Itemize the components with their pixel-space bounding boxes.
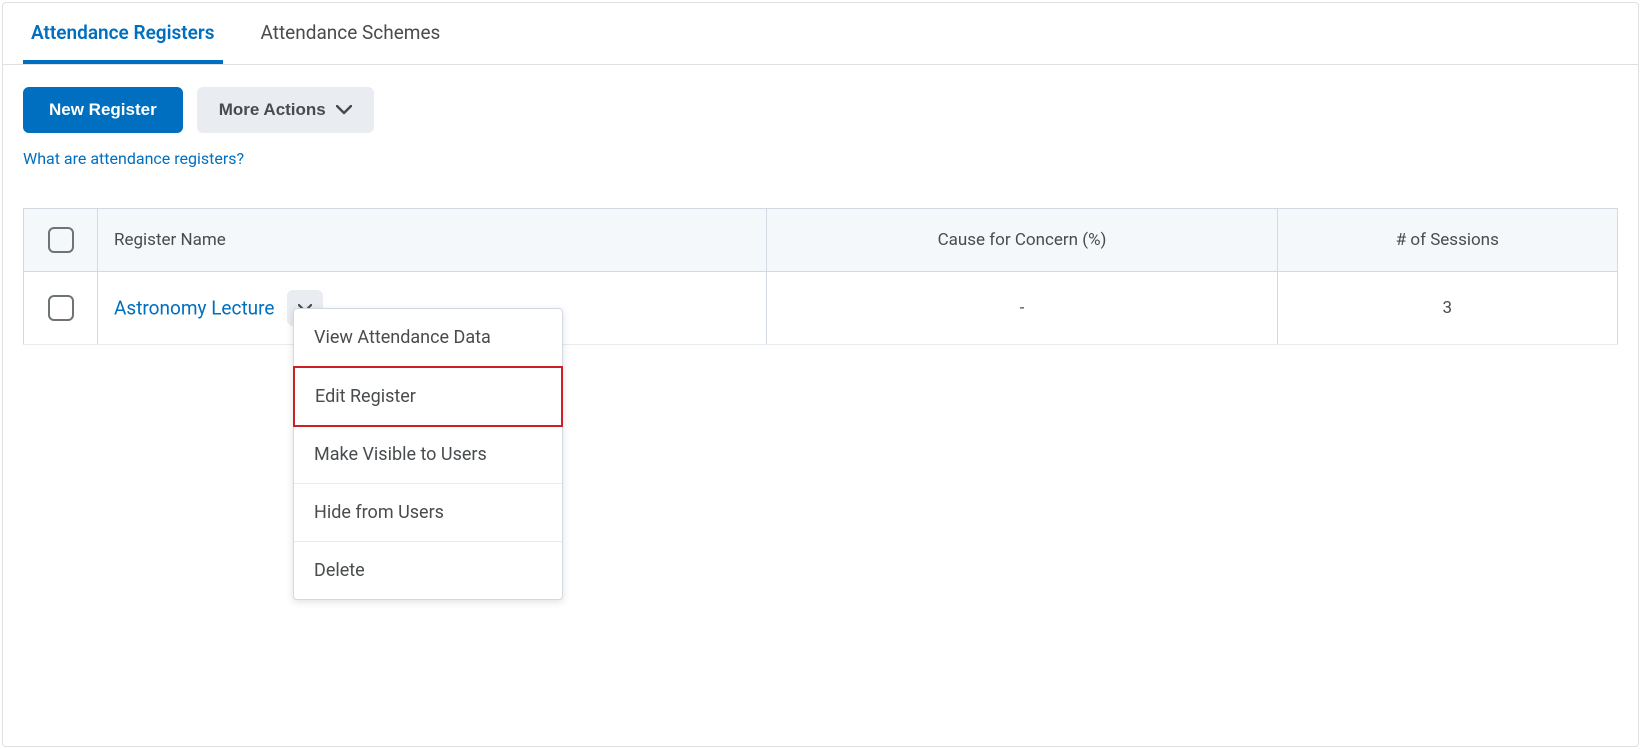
registers-table: Register Name Cause for Concern (%) # of… (23, 208, 1618, 345)
table-container: Register Name Cause for Concern (%) # of… (3, 168, 1638, 365)
tabs-bar: Attendance Registers Attendance Schemes (3, 3, 1638, 65)
menu-view-attendance-data[interactable]: View Attendance Data (294, 309, 562, 367)
row-concern-cell: - (767, 272, 1277, 345)
menu-delete[interactable]: Delete (294, 542, 562, 599)
header-cause-concern: Cause for Concern (%) (767, 209, 1277, 272)
more-actions-label: More Actions (219, 100, 326, 120)
table-row: Astronomy Lecture - 3 (24, 272, 1618, 345)
row-sessions-cell: 3 (1277, 272, 1617, 345)
row-actions-menu: View Attendance Data Edit Register Make … (293, 308, 563, 600)
tab-attendance-schemes[interactable]: Attendance Schemes (253, 3, 449, 64)
menu-hide-from-users[interactable]: Hide from Users (294, 484, 562, 542)
table-header-row: Register Name Cause for Concern (%) # of… (24, 209, 1618, 272)
help-link[interactable]: What are attendance registers? (3, 133, 1638, 168)
chevron-down-icon (336, 105, 352, 115)
header-sessions: # of Sessions (1277, 209, 1617, 272)
menu-make-visible[interactable]: Make Visible to Users (294, 426, 562, 484)
register-link[interactable]: Astronomy Lecture (114, 297, 274, 320)
header-register-name: Register Name (98, 209, 767, 272)
menu-edit-register[interactable]: Edit Register (293, 366, 563, 427)
toolbar: New Register More Actions (3, 65, 1638, 133)
attendance-page: Attendance Registers Attendance Schemes … (2, 2, 1639, 747)
row-checkbox-cell (24, 272, 98, 345)
row-checkbox[interactable] (48, 295, 74, 321)
select-all-checkbox[interactable] (48, 227, 74, 253)
tab-attendance-registers[interactable]: Attendance Registers (23, 3, 223, 64)
header-checkbox-cell (24, 209, 98, 272)
new-register-button[interactable]: New Register (23, 87, 183, 133)
more-actions-button[interactable]: More Actions (197, 87, 374, 133)
